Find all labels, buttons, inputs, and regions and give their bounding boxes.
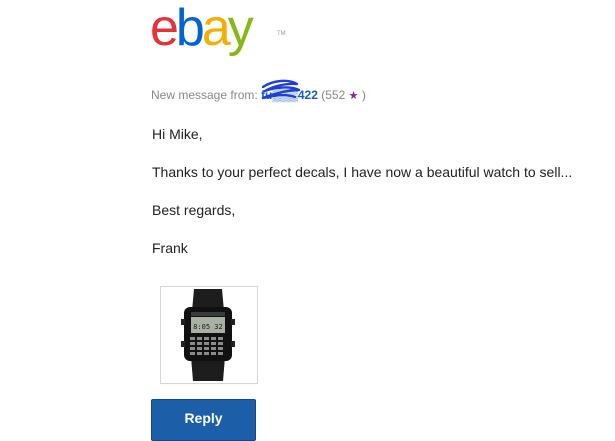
from-prefix: New message from: (151, 88, 262, 102)
trademark-mark: TM (277, 31, 286, 37)
redaction-scribble (261, 79, 301, 100)
sender-username-link[interactable]: fu▒▒▒422 (261, 79, 318, 102)
logo-letter-b: b (175, 0, 205, 57)
message-closing: Best regards, (152, 202, 236, 218)
feedback-score-close: ) (358, 88, 366, 102)
message-signature: Frank (152, 240, 188, 256)
logo-letter-e: e (150, 0, 179, 57)
ebay-logo[interactable]: ebay TM (150, 0, 286, 57)
attached-photo-thumbnail[interactable]: 8:05 32 (160, 286, 258, 384)
watch-display-text: 8:05 32 (193, 323, 223, 331)
reply-button[interactable]: Reply (151, 399, 256, 441)
logo-letter-y: y (227, 0, 254, 57)
message-greeting: Hi Mike, (152, 126, 203, 142)
message-body: Thanks to your perfect decals, I have no… (152, 164, 573, 180)
logo-letter-a: a (201, 0, 231, 57)
watch-photo: 8:05 32 (161, 287, 257, 383)
purple-star-icon: ★ (348, 90, 359, 102)
feedback-score-open: (552 (321, 88, 349, 102)
message-from-line: New message from: fu▒▒▒422 (552 ★ ) (151, 79, 366, 102)
